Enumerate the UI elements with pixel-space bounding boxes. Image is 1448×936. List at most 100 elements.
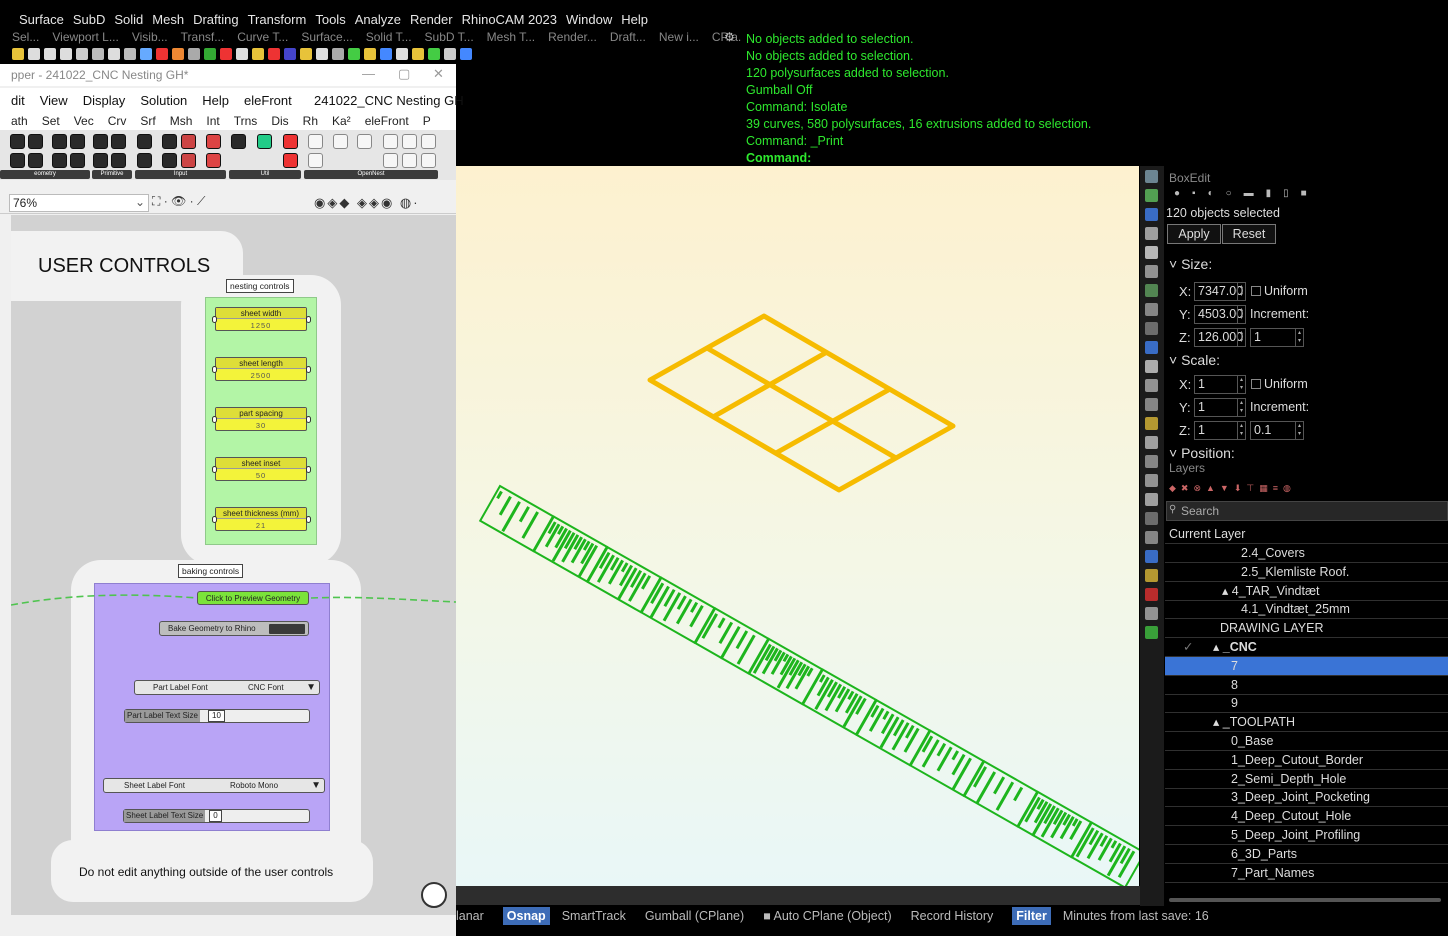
menu-item-help[interactable]: Help [621,12,648,27]
gh-menu-item[interactable]: eleFront [244,93,292,112]
tool-icon[interactable] [460,48,472,60]
tool-icon[interactable] [140,48,152,60]
layer-row[interactable]: 5_Deep_Joint_Profiling [1165,826,1448,845]
component-icon[interactable] [52,134,67,149]
panel-tool-icon[interactable] [1145,341,1158,354]
slider-sheet-inset[interactable]: sheet inset 50 [212,457,311,481]
layer-row[interactable]: ▴ 4_TAR_Vindtæt [1165,582,1448,601]
toolbar-tab[interactable]: Solid T... [366,30,412,47]
gh-menu-item[interactable]: Help [202,93,229,112]
component-icon[interactable] [231,134,246,149]
scale-z-input[interactable]: 1 ▴ ▾ [1194,421,1246,440]
tool-icon[interactable] [412,48,424,60]
tool-icon[interactable] [252,48,264,60]
part-label-font-dropdown[interactable]: Part Label Font CNC Font ▼ [134,680,320,695]
gh-ribbon-tab[interactable]: Vec [74,114,94,130]
component-icon[interactable] [308,153,323,168]
panel-tool-icon[interactable] [1145,588,1158,601]
layer-row[interactable]: 2.5_Klemliste Roof. [1165,563,1448,582]
component-icon[interactable] [137,134,152,149]
input-port[interactable] [212,416,217,423]
gh-ribbon-tab[interactable]: Trns [234,114,258,130]
component-icon[interactable] [137,153,152,168]
layer-row[interactable]: 7_Part_Names [1165,864,1448,883]
layer-row[interactable]: 9 [1165,694,1448,714]
component-icon[interactable] [402,153,417,168]
component-icon[interactable] [181,153,196,168]
panel-tool-icon[interactable] [1145,474,1158,487]
tool-icon[interactable] [204,48,216,60]
tool-icon[interactable] [284,48,296,60]
toolbar-tab[interactable]: Surface... [301,30,352,47]
gear-icon[interactable]: ⚙ [724,30,735,44]
preview-mode-icons[interactable]: ◉◈◆ ◈◈◉ ◍· [314,195,420,211]
menu-item-tools[interactable]: Tools [315,12,345,27]
output-port[interactable] [306,416,311,423]
panel-tool-icon[interactable] [1145,569,1158,582]
part-label-size-slider[interactable]: Part Label Text Size 10 [124,709,310,723]
bake-geometry-toggle[interactable]: Bake Geometry to Rhino [159,621,309,636]
tool-icon[interactable] [220,48,232,60]
gh-ribbon-tab[interactable]: eleFront [365,114,409,130]
panel-tool-icon[interactable] [1145,493,1158,506]
layer-row[interactable]: DRAWING LAYER [1165,619,1448,639]
status-toggle-record-history[interactable]: Record History [911,909,994,923]
zoom-select[interactable]: 76% ⌄ [9,194,149,212]
toolbar-tab[interactable]: Curve T... [237,30,288,47]
panel-tool-icon[interactable] [1145,284,1158,297]
output-port[interactable] [306,316,311,323]
component-icon[interactable] [10,134,25,149]
toolbar-tab[interactable]: Sel... [12,30,39,47]
tool-icon[interactable] [316,48,328,60]
layer-row[interactable]: 4_Deep_Cutout_Hole [1165,807,1448,827]
layer-row[interactable]: 2_Semi_Depth_Hole [1165,770,1448,789]
tool-icon[interactable] [124,48,136,60]
size-increment-input[interactable]: 1 ▴ ▾ [1250,328,1304,347]
status-toggle-filter[interactable]: Filter [1012,907,1051,925]
panel-tool-icon[interactable] [1145,227,1158,240]
uniform-checkbox[interactable]: Uniform [1251,284,1308,298]
status-toggle--auto-cplane-object-[interactable]: ■ Auto CPlane (Object) [763,909,891,923]
layer-row[interactable]: 8 [1165,676,1448,695]
tool-icon[interactable] [12,48,24,60]
tool-icon[interactable] [188,48,200,60]
layer-row[interactable]: ▴ _TOOLPATH [1165,713,1448,733]
toolbar-tab[interactable]: Visib... [132,30,168,47]
gh-ribbon-tab[interactable]: Set [42,114,60,130]
menu-item-render[interactable]: Render [410,12,453,27]
spinner-icon[interactable]: ▴ ▾ [1237,329,1245,346]
panel-tool-icon[interactable] [1145,626,1158,639]
input-port[interactable] [212,366,217,373]
status-toggle-osnap[interactable]: Osnap [502,907,550,925]
gh-menu-item[interactable]: Solution [140,93,187,112]
panel-tool-icon[interactable] [1145,512,1158,525]
component-icon[interactable] [181,134,196,149]
menu-item-transform[interactable]: Transform [248,12,307,27]
sheet-label-size-slider[interactable]: Sheet Label Text Size 0 [123,809,310,823]
tool-icon[interactable] [172,48,184,60]
menu-item-mesh[interactable]: Mesh [152,12,184,27]
spinner-icon[interactable]: ▴ ▾ [1237,422,1245,439]
output-port[interactable] [306,516,311,523]
output-port[interactable] [306,466,311,473]
gh-menu-item[interactable]: dit [11,93,25,112]
apply-button[interactable]: Apply [1167,224,1221,244]
gh-ribbon-tab[interactable]: Msh [170,114,193,130]
maximize-icon[interactable]: ▢ [398,66,410,82]
tool-icon[interactable] [268,48,280,60]
position-section-header[interactable]: ˅ Position: [1169,445,1235,458]
tool-icon[interactable] [108,48,120,60]
input-port[interactable] [212,466,217,473]
panel-tool-icon[interactable] [1145,303,1158,316]
gh-menu-item[interactable]: View [40,93,68,112]
layer-row[interactable]: 7 [1165,656,1448,676]
panel-tool-icon[interactable] [1145,436,1158,449]
component-icon[interactable] [10,153,25,168]
spinner-icon[interactable]: ▴ ▾ [1237,376,1245,393]
panel-tool-icon[interactable] [1145,189,1158,202]
size-z-input[interactable]: 126.000 ▴ ▾ [1194,328,1246,347]
panel-tool-icon[interactable] [1145,398,1158,411]
scale-section-header[interactable]: ˅ Scale: [1169,352,1220,368]
tool-icon[interactable] [348,48,360,60]
tool-icon[interactable] [92,48,104,60]
